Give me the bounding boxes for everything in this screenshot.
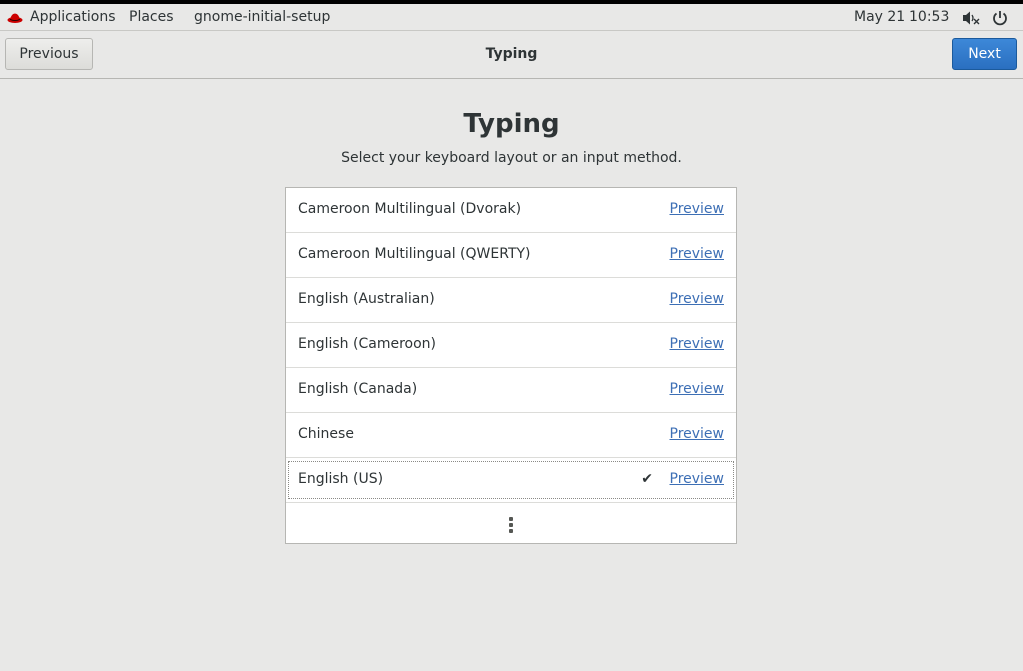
- layout-row[interactable]: Cameroon Multilingual (Dvorak) Preview: [286, 188, 736, 233]
- next-button[interactable]: Next: [952, 38, 1017, 70]
- layout-row[interactable]: Chinese Preview: [286, 413, 736, 458]
- layout-label: English (Australian): [298, 291, 435, 307]
- volume-muted-icon[interactable]: [962, 10, 980, 26]
- keyboard-layout-list: Cameroon Multilingual (Dvorak) Preview C…: [285, 187, 737, 544]
- layout-row-selected[interactable]: English (US) ✔ Preview: [286, 458, 736, 503]
- layout-label: English (US): [298, 471, 384, 487]
- layout-label: Cameroon Multilingual (QWERTY): [298, 246, 531, 262]
- layout-label: Cameroon Multilingual (Dvorak): [298, 201, 522, 217]
- layout-row[interactable]: Cameroon Multilingual (QWERTY) Preview: [286, 233, 736, 278]
- layout-label: English (Canada): [298, 381, 418, 397]
- layout-row[interactable]: English (Cameroon) Preview: [286, 323, 736, 368]
- places-menu[interactable]: Places: [129, 9, 174, 25]
- preview-link[interactable]: Preview: [670, 471, 725, 487]
- app-menu[interactable]: gnome-initial-setup: [194, 9, 330, 25]
- clock-time[interactable]: 10:53: [909, 9, 949, 25]
- header-bar: Previous Typing Next: [0, 31, 1023, 79]
- preview-link[interactable]: Preview: [670, 201, 725, 217]
- preview-link[interactable]: Preview: [670, 426, 725, 442]
- page-subtitle: Select your keyboard layout or an input …: [341, 150, 682, 166]
- more-layouts-row[interactable]: [286, 503, 736, 543]
- layout-row[interactable]: English (Canada) Preview: [286, 368, 736, 413]
- header-title: Typing: [485, 46, 538, 62]
- top-panel: Applications Places gnome-initial-setup …: [0, 0, 1023, 31]
- layout-row[interactable]: English (Australian) Preview: [286, 278, 736, 323]
- clock-date[interactable]: May 21: [854, 9, 905, 25]
- layout-label: Chinese: [298, 426, 354, 442]
- layout-label: English (Cameroon): [298, 336, 436, 352]
- preview-link[interactable]: Preview: [670, 336, 725, 352]
- power-icon[interactable]: [991, 10, 1009, 26]
- preview-link[interactable]: Preview: [670, 381, 725, 397]
- preview-link[interactable]: Preview: [670, 246, 725, 262]
- checkmark-icon: ✔: [641, 471, 653, 487]
- page-title: Typing: [463, 109, 560, 139]
- view-more-icon: [509, 517, 513, 533]
- preview-link[interactable]: Preview: [670, 291, 725, 307]
- redhat-logo-icon[interactable]: [7, 12, 23, 24]
- applications-menu[interactable]: Applications: [30, 9, 116, 25]
